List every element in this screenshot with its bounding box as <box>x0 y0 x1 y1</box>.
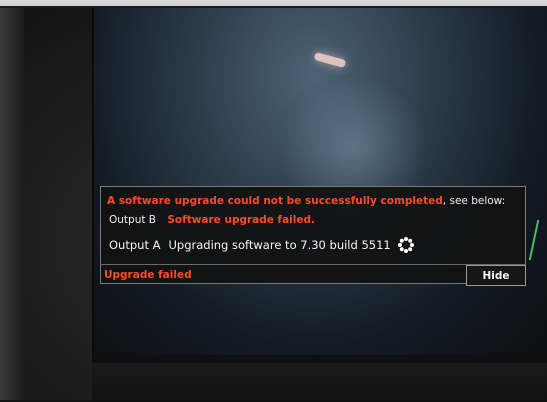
error-message: A software upgrade could not be successf… <box>107 195 505 207</box>
monitor-screen <box>92 8 547 358</box>
lower-bezel <box>92 363 547 402</box>
spinner-icon <box>397 236 415 254</box>
error-message-main: A software upgrade could not be successf… <box>107 195 443 207</box>
upgrade-status-text: Upgrade failed <box>104 269 192 281</box>
output-a-row: Output A Upgrading software to 7.30 buil… <box>109 236 415 254</box>
screen-bottom-edge <box>92 355 547 363</box>
monitor-photo: A software upgrade could not be successf… <box>0 0 547 402</box>
screen-glare <box>313 51 347 69</box>
output-b-status: Software upgrade failed. <box>167 214 316 226</box>
output-a-status: Upgrading software to 7.30 build 5511 <box>168 238 391 252</box>
output-b-label: Output B <box>109 214 157 226</box>
output-b-row: Output B Software upgrade failed. <box>109 214 315 226</box>
output-a-label: Output A <box>109 238 161 252</box>
hide-button[interactable]: Hide <box>466 265 526 286</box>
status-bar: Upgrade failed Hide <box>100 264 526 286</box>
error-message-suffix: , see below: <box>442 195 506 207</box>
bezel-left-edge <box>0 8 24 400</box>
